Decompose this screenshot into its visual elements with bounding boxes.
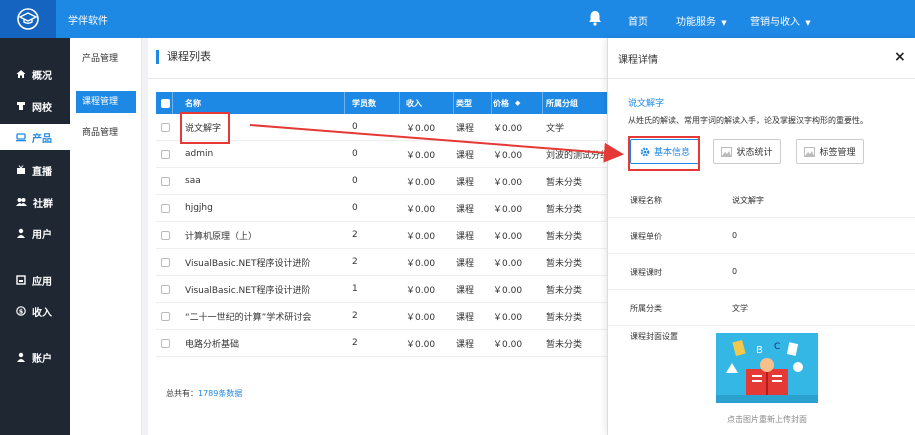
annotation-arrow xyxy=(249,124,624,163)
annotation-arrow-line xyxy=(249,124,624,163)
